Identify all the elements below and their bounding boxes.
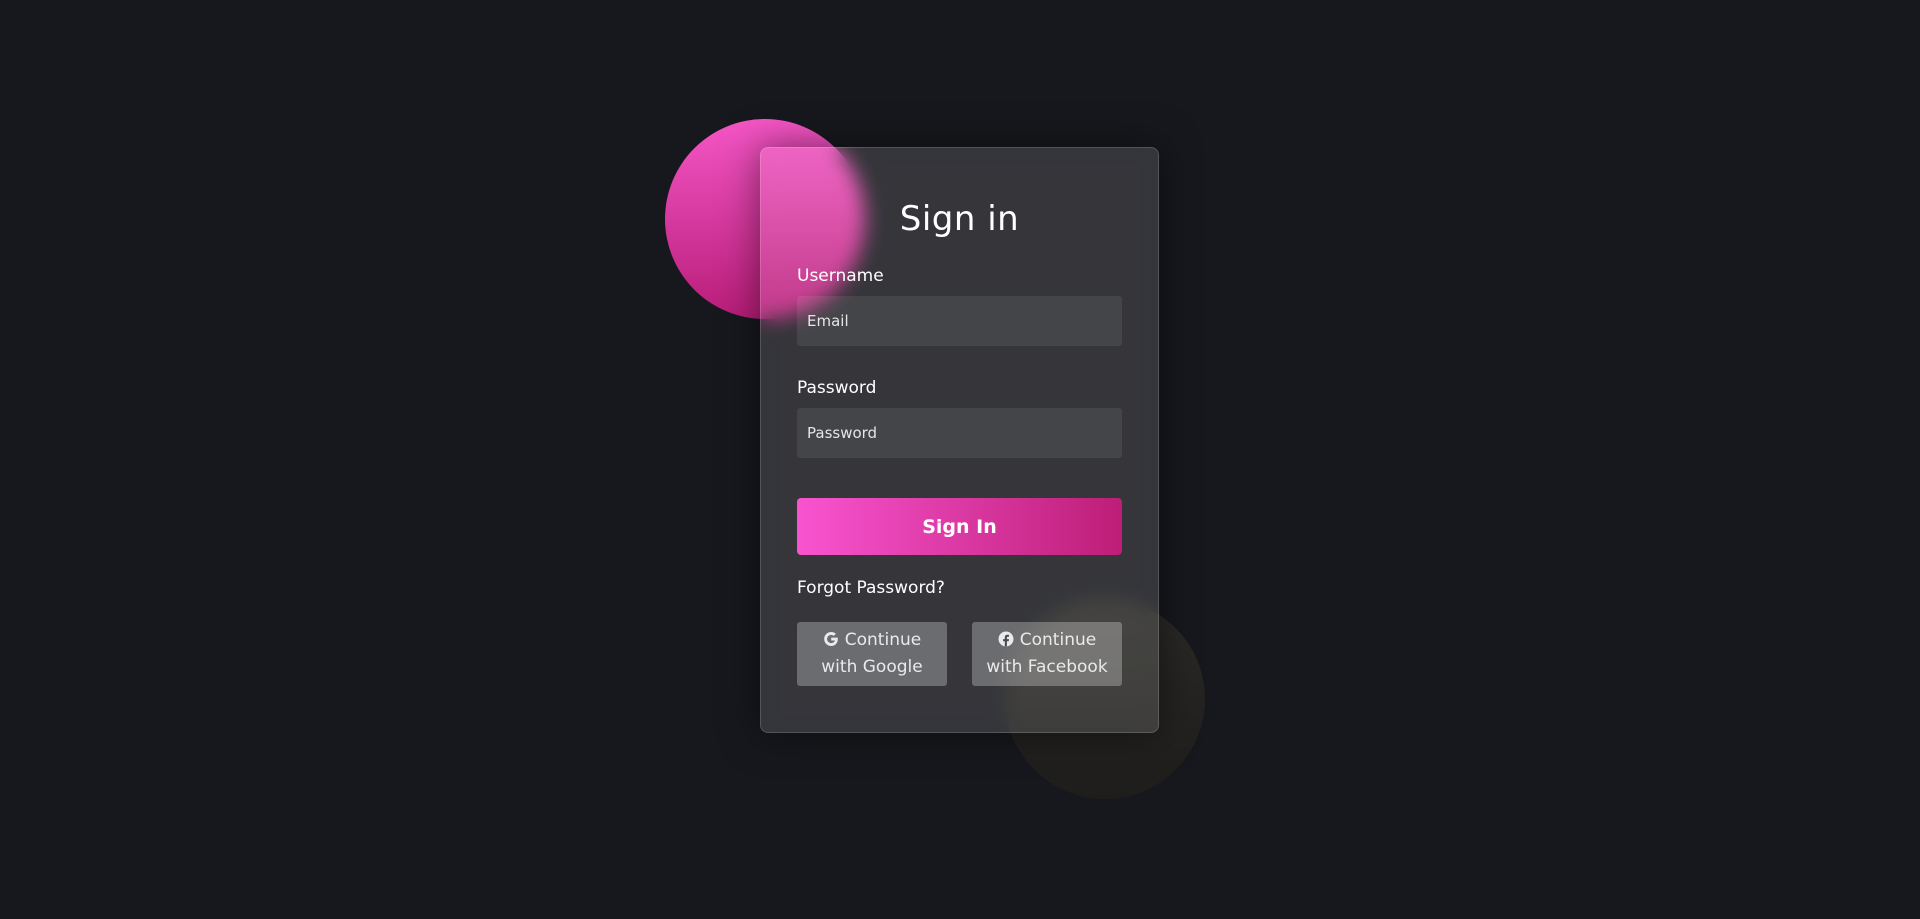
facebook-login-button[interactable]: Continue with Facebook <box>972 622 1122 686</box>
google-button-line1: Continue <box>844 630 922 650</box>
social-login-row: Continue with Google Continue with Faceb… <box>797 622 1122 686</box>
facebook-button-line2: with Facebook <box>986 657 1108 677</box>
google-login-button[interactable]: Continue with Google <box>797 622 947 686</box>
login-form: Sign in Username Password Sign In Forgot… <box>760 147 1159 733</box>
password-label: Password <box>797 378 877 398</box>
username-input[interactable] <box>797 296 1122 346</box>
sign-in-button[interactable]: Sign In <box>797 498 1122 555</box>
username-label: Username <box>797 266 884 286</box>
form-title: Sign in <box>899 199 1020 239</box>
facebook-icon <box>998 630 1014 655</box>
google-button-line2: with Google <box>821 657 923 677</box>
forgot-password-link[interactable]: Forgot Password? <box>797 578 945 598</box>
google-icon <box>823 630 839 655</box>
facebook-button-line1: Continue <box>1019 630 1097 650</box>
password-input[interactable] <box>797 408 1122 458</box>
login-page: Sign in Username Password Sign In Forgot… <box>0 0 1920 919</box>
